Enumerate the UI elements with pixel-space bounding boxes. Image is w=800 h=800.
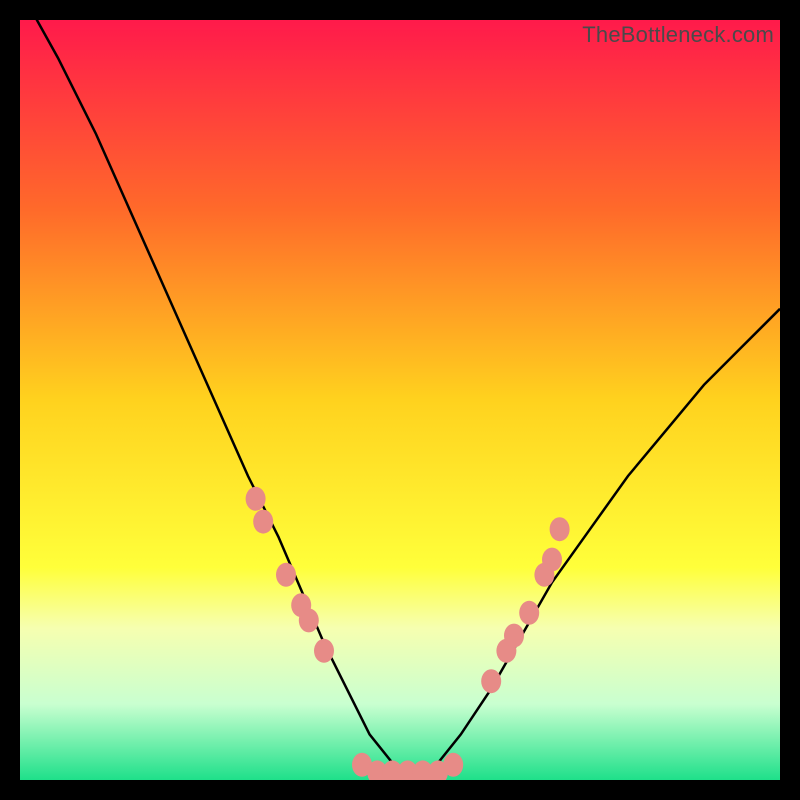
marker-point bbox=[504, 624, 524, 648]
marker-point bbox=[443, 753, 463, 777]
marker-point bbox=[481, 669, 501, 693]
marker-point bbox=[246, 487, 266, 511]
marker-point bbox=[253, 510, 273, 534]
marker-point bbox=[542, 548, 562, 572]
marker-point bbox=[519, 601, 539, 625]
gradient-background bbox=[20, 20, 780, 780]
marker-point bbox=[276, 563, 296, 587]
marker-point bbox=[550, 517, 570, 541]
watermark-text: TheBottleneck.com bbox=[582, 22, 774, 48]
marker-point bbox=[299, 608, 319, 632]
marker-point bbox=[314, 639, 334, 663]
chart-frame: TheBottleneck.com bbox=[20, 20, 780, 780]
bottleneck-chart bbox=[20, 20, 780, 780]
